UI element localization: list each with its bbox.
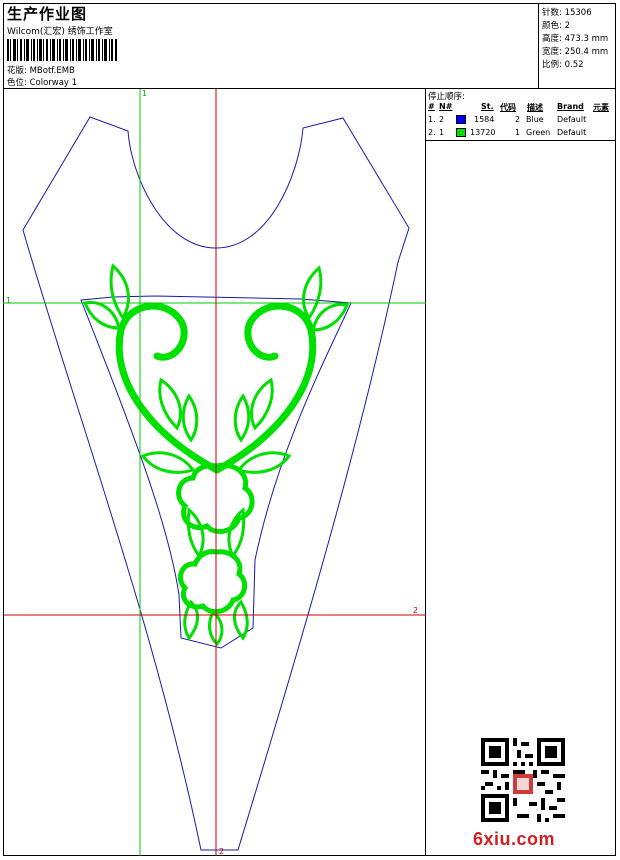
stitch-count: 针数: 15306 [542,6,592,18]
design-scale-value: 0.52 [564,60,584,70]
qr-code-image [481,738,565,822]
design-line: 花版: MBotf.EMB [7,64,75,76]
design-preview: 1 1 2 2 [3,89,426,856]
row-stitches: 13720 [470,128,496,137]
sheet-header: 生产作业图 Wilcom(汇宏) 绣饰工作室 花版: MBotf.EMB 色位: [3,3,539,89]
guide-label-h2: 2 [413,606,419,615]
color-swatch [456,115,466,124]
embroidery-drawing [3,89,426,856]
color-count-value: 2 [564,21,570,31]
design-height: 高度: 473.3 mm [542,32,608,44]
design-label: 花版: [7,66,27,76]
guide-label-v2: 2 [219,847,225,856]
design-scale-label: 比例: [542,60,562,70]
col-header-desc: 描述 [527,103,543,112]
design-scale: 比例: 0.52 [542,58,584,70]
col-header-index: # [428,102,435,111]
stitch-count-value: 15306 [564,8,592,18]
design-filename: MBotf.EMB [29,66,75,76]
color-count-label: 颜色: [542,21,562,31]
row-index: 2. [428,128,436,137]
colorway-line: 色位: Colorway 1 [7,76,77,88]
row-code: 1 [515,128,521,137]
table-divider [426,140,616,141]
row-stitches: 1584 [474,115,495,124]
design-width: 宽度: 250.4 mm [542,45,608,57]
stitch-count-label: 针数: [542,8,562,18]
color-count: 颜色: 2 [542,19,570,31]
row-needle: 1 [439,128,445,137]
row-needle: 2 [439,115,445,124]
col-header-code: 代码 [500,103,516,112]
row-brand: Default [557,115,587,124]
col-header-brand: Brand [557,102,584,111]
colorway-label: 色位: [7,78,27,88]
colorway-value: Colorway 1 [29,78,78,88]
watermark-brand: 6xiu.com [473,829,556,849]
row-index: 1. [428,115,436,124]
col-header-element: 元素 [593,103,609,112]
row-code: 2 [515,115,521,124]
design-width-value: 250.4 mm [564,47,609,57]
stats-panel: 针数: 15306 颜色: 2 高度: 473.3 mm 宽度: 250.4 m… [539,3,616,89]
col-header-n: N# [439,102,453,111]
col-header-stitches: St. [481,102,494,111]
barcode-image [7,39,117,61]
row-description: Green [526,128,551,137]
studio-name: Wilcom(汇宏) 绣饰工作室 [7,27,113,37]
color-swatch [456,128,466,137]
stop-sequence-title: 停止顺序: [428,92,465,102]
guide-label-v1: 1 [142,89,148,98]
design-width-label: 宽度: [542,47,562,57]
row-description: Blue [526,115,544,124]
design-height-value: 473.3 mm [564,34,609,44]
guide-label-h1: 1 [6,296,12,305]
design-height-label: 高度: [542,34,562,44]
row-brand: Default [557,128,587,137]
sheet-title: 生产作业图 [7,5,88,23]
